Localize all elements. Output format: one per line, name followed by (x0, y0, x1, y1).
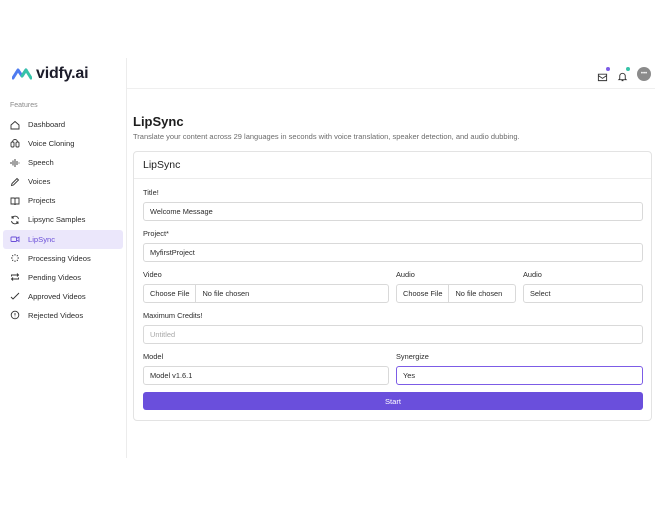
video-file-status: No file chosen (202, 289, 250, 298)
refresh-icon (10, 215, 20, 225)
audio-file-label: Audio (396, 270, 415, 279)
sidebar-item-label: Dashboard (28, 120, 66, 129)
audio-choose-file-button[interactable]: Choose File (397, 285, 450, 302)
card-title: LipSync (143, 159, 181, 171)
video-choose-file-button[interactable]: Choose File (144, 285, 197, 302)
page-title: LipSync (133, 114, 184, 129)
sidebar-section-label: Features (10, 102, 38, 109)
user-avatar[interactable]: ••• (637, 67, 651, 81)
header-divider (127, 88, 655, 89)
model-label: Model (143, 352, 164, 361)
sidebar-item-lipsync[interactable]: LipSync (3, 229, 123, 249)
audio-file-input[interactable]: Choose File No file chosen (396, 284, 516, 303)
sidebar-item-label: Lipsync Samples (28, 215, 86, 225)
sidebar-item-pending-videos[interactable]: Pending Videos (3, 268, 123, 287)
credits-input[interactable]: Untitled (143, 325, 643, 344)
sidebar-item-approved-videos[interactable]: Approved Videos (3, 287, 123, 306)
model-select[interactable]: Model v1.6.1 (143, 366, 389, 385)
project-input[interactable]: MyfirstProject (143, 243, 643, 262)
synergize-select[interactable]: Yes (396, 366, 643, 385)
repeat-icon (10, 272, 20, 282)
sidebar-item-label: Rejected Videos (28, 310, 84, 320)
inbox-icon[interactable] (597, 66, 610, 81)
pen-icon (10, 177, 20, 187)
inbox-badge (606, 66, 610, 71)
topbar-actions: ••• (597, 66, 651, 81)
voice-cloning-icon (10, 138, 20, 149)
video-label: Video (143, 270, 162, 279)
title-input[interactable]: Welcome Message (143, 202, 643, 221)
book-icon (10, 196, 20, 206)
home-icon (10, 120, 20, 130)
sidebar-item-processing-videos[interactable]: Processing Videos (3, 249, 123, 268)
sidebar-item-lipsync-samples[interactable]: Lipsync Samples (3, 210, 123, 229)
sidebar-item-label: Speech (28, 158, 54, 168)
credits-label: Maximum Credits! (143, 311, 203, 320)
sidebar-item-projects[interactable]: Projects (3, 191, 123, 210)
video-file-input[interactable]: Choose File No file chosen (143, 284, 389, 303)
audio-select-label: Audio (523, 270, 542, 279)
sidebar-nav: Dashboard Voice Cloning Speech Voices Pr… (3, 115, 123, 325)
sidebar-item-voices[interactable]: Voices (3, 172, 123, 191)
lipsync-form-card: LipSync Title! Welcome Message Project* … (133, 151, 652, 421)
page-subtitle: Translate your content across 29 languag… (133, 132, 520, 141)
synergize-label: Synergize (396, 352, 429, 361)
sidebar-item-speech[interactable]: Speech (3, 153, 123, 172)
sidebar-item-dashboard[interactable]: Dashboard (3, 115, 123, 134)
sidebar-item-label: Processing Videos (28, 253, 91, 263)
sidebar-item-label: Pending Videos (28, 272, 82, 282)
title-label: Title! (143, 188, 159, 197)
sidebar-item-voice-cloning[interactable]: Voice Cloning (3, 134, 123, 153)
alert-circle-icon (10, 310, 20, 320)
waveform-icon (10, 158, 20, 168)
sidebar-item-label: Projects (28, 196, 56, 206)
bell-icon[interactable] (617, 66, 630, 81)
sidebar-item-rejected-videos[interactable]: Rejected Videos (3, 306, 123, 325)
project-label: Project* (143, 229, 169, 238)
video-icon (10, 234, 20, 244)
audio-select[interactable]: Select (523, 284, 643, 303)
audio-file-status: No file chosen (455, 289, 503, 298)
start-button[interactable]: Start (143, 392, 643, 410)
sidebar-item-label: Voice Cloning (28, 139, 75, 149)
notification-badge (626, 66, 630, 71)
sidebar-item-label: Voices (28, 177, 51, 187)
sidebar-item-label: LipSync (28, 234, 56, 244)
check-icon (10, 291, 20, 301)
card-divider (134, 178, 651, 179)
sidebar-item-label: Approved Videos (28, 291, 86, 301)
loader-icon (10, 253, 20, 263)
